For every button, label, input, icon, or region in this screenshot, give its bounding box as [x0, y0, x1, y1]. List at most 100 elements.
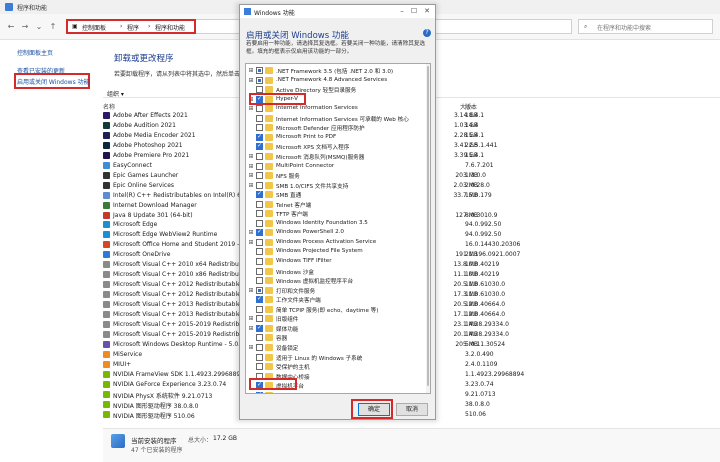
feature-row[interactable]: ⊞ .NET Framework 3.5 (包括 .NET 2.0 和 3.0) [246, 66, 430, 76]
expand-plus-icon[interactable]: ⊞ [248, 77, 254, 84]
feature-checkbox[interactable] [256, 295, 263, 304]
expand-plus-icon[interactable]: ⊞ [248, 172, 254, 179]
feature-row[interactable]: ⊞ Windows PowerShell 2.0 [246, 228, 430, 238]
feature-row[interactable]: Microsoft XPS 文档写入程序 [246, 142, 430, 152]
control-panel-home-link[interactable]: 控制面板主页 [17, 48, 53, 57]
breadcrumb-item-control-panel[interactable]: 控制面板 [82, 23, 106, 32]
expand-plus-icon[interactable]: ⊞ [248, 287, 254, 294]
feature-checkbox[interactable] [256, 124, 263, 132]
breadcrumb[interactable]: ▣ 控制面板 › 程序 › 程序和功能 [66, 19, 196, 34]
expand-plus-icon[interactable]: ⊞ [248, 67, 254, 74]
feature-row[interactable]: ⊞ 设备锁定 [246, 343, 430, 353]
feature-row[interactable]: SMB 直通 [246, 190, 430, 200]
feature-row[interactable]: Internet Information Services 可承载的 Web 核… [246, 114, 430, 124]
feature-row[interactable]: Windows 虚拟机监控程序平台 [246, 276, 430, 286]
feature-checkbox[interactable] [256, 343, 263, 351]
feature-row[interactable]: ⊞ NFS 服务 [246, 171, 430, 181]
feature-row[interactable]: ⊞ Microsoft 消息队列(MSMQ)服务器 [246, 152, 430, 162]
feature-row[interactable]: 远程差分压缩 API 支持 [246, 391, 430, 393]
features-tree[interactable]: ⊞ .NET Framework 3.5 (包括 .NET 2.0 和 3.0) ⊞… [245, 63, 431, 394]
expand-plus-icon[interactable]: ⊞ [248, 344, 254, 351]
close-icon[interactable]: ✕ [421, 6, 433, 17]
feature-checkbox[interactable] [256, 181, 263, 189]
feature-row[interactable]: Windows TIFF IFilter [246, 257, 430, 267]
feature-row[interactable]: TFTP 客户端 [246, 209, 430, 219]
column-header-version[interactable]: 版本 [465, 102, 477, 111]
feature-checkbox[interactable] [256, 353, 263, 361]
feature-checkbox[interactable] [256, 76, 263, 84]
feature-checkbox[interactable] [256, 391, 263, 393]
feature-row[interactable]: 容器 [246, 333, 430, 343]
feature-row[interactable]: Windows Projected File System [246, 247, 430, 257]
feature-row[interactable]: ⊞ 旧版组件 [246, 314, 430, 324]
cancel-button[interactable]: 取消 [396, 403, 428, 416]
breadcrumb-item-programs[interactable]: 程序 [127, 23, 139, 32]
breadcrumb-item-programs-features[interactable]: 程序和功能 [155, 23, 185, 32]
feature-checkbox[interactable] [256, 152, 263, 160]
maximize-icon[interactable]: ☐ [408, 6, 420, 17]
feature-row[interactable]: ⊞ Windows Process Activation Service [246, 238, 430, 248]
back-arrow-icon[interactable]: ← [6, 22, 16, 32]
windows-features-link[interactable]: 启用或关闭 Windows 功能 [17, 77, 90, 86]
ok-button[interactable]: 确定 [358, 403, 390, 416]
feature-row[interactable]: 工作文件夹客户端 [246, 295, 430, 305]
feature-row[interactable]: Windows Identity Foundation 3.5 [246, 219, 430, 229]
feature-checkbox[interactable] [256, 305, 263, 313]
feature-row[interactable]: ⊞ .NET Framework 4.8 Advanced Services [246, 76, 430, 86]
feature-checkbox[interactable] [256, 315, 263, 323]
feature-checkbox[interactable] [256, 114, 263, 122]
feature-row[interactable]: Microsoft Defender 应用程序防护 [246, 123, 430, 133]
feature-checkbox[interactable] [256, 324, 263, 332]
feature-checkbox[interactable] [256, 142, 263, 151]
feature-checkbox[interactable] [256, 133, 263, 141]
program-name: Microsoft Visual C++ 2012 Redistributabl… [113, 281, 241, 289]
feature-checkbox[interactable] [256, 190, 263, 199]
feature-checkbox[interactable] [256, 219, 263, 227]
organize-button[interactable]: 组织 ▾ [107, 89, 124, 98]
dialog-titlebar[interactable]: Windows 功能 – ☐ ✕ [240, 5, 435, 18]
expand-plus-icon[interactable]: ⊞ [248, 163, 254, 170]
expand-plus-icon[interactable]: ⊞ [248, 182, 254, 189]
expand-plus-icon[interactable]: ⊞ [248, 325, 254, 332]
feature-row[interactable]: Windows 沙盒 [246, 267, 430, 277]
feature-row[interactable]: ⊞ Internet Information Services [246, 104, 430, 114]
feature-checkbox[interactable] [256, 200, 263, 208]
features-scrollbar[interactable] [426, 64, 430, 393]
feature-checkbox[interactable] [256, 334, 263, 342]
feature-checkbox[interactable] [256, 105, 263, 113]
feature-checkbox[interactable] [256, 363, 263, 371]
feature-checkbox[interactable] [256, 258, 263, 265]
help-icon[interactable]: ? [423, 29, 431, 37]
feature-row[interactable]: ⊞ 打印和文件服务 [246, 286, 430, 296]
feature-checkbox[interactable] [256, 67, 263, 74]
feature-checkbox[interactable] [256, 172, 263, 180]
minimize-icon[interactable]: – [396, 6, 408, 17]
feature-row[interactable]: Microsoft Print to PDF [246, 133, 430, 143]
feature-checkbox[interactable] [256, 267, 263, 275]
feature-checkbox[interactable] [256, 277, 263, 285]
feature-row[interactable]: ⊞ 媒体功能 [246, 324, 430, 334]
feature-checkbox[interactable] [256, 248, 263, 256]
feature-row[interactable]: 受保护的主机 [246, 362, 430, 372]
feature-checkbox[interactable] [256, 162, 263, 170]
feature-checkbox[interactable] [256, 286, 263, 294]
feature-checkbox[interactable] [256, 210, 263, 218]
expand-plus-icon[interactable]: ⊞ [248, 229, 254, 236]
scrollbar-thumb[interactable] [427, 66, 429, 386]
feature-checkbox[interactable] [256, 238, 263, 246]
feature-row[interactable]: Telnet 客户端 [246, 200, 430, 210]
feature-row[interactable]: ⊞ SMB 1.0/CIFS 文件共享支持 [246, 181, 430, 191]
expand-plus-icon[interactable]: ⊞ [248, 239, 254, 246]
feature-row[interactable]: 简单 TCPIP 服务(即 echo、daytime 等) [246, 305, 430, 315]
feature-row[interactable]: 适用于 Linux 的 Windows 子系统 [246, 353, 430, 363]
forward-arrow-icon[interactable]: → [20, 22, 30, 32]
up-arrow-icon[interactable]: ↑ [48, 22, 58, 32]
column-header-name[interactable]: 名称 [103, 102, 115, 111]
expand-plus-icon[interactable]: ⊞ [248, 153, 254, 160]
recent-chevron-icon[interactable]: ⌄ [34, 22, 44, 32]
feature-checkbox[interactable] [256, 228, 263, 237]
search-input[interactable]: ⌕ 在程序和功能中搜索 [578, 19, 713, 34]
feature-row[interactable]: ⊞ MultiPoint Connector [246, 162, 430, 172]
expand-plus-icon[interactable]: ⊞ [248, 105, 254, 112]
expand-plus-icon[interactable]: ⊞ [248, 315, 254, 322]
